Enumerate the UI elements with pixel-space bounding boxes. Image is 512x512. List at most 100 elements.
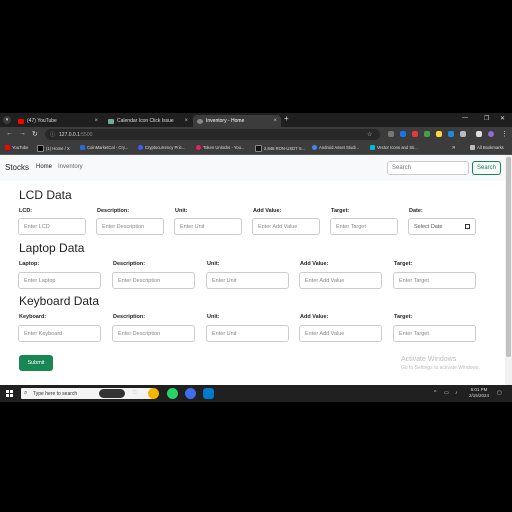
bookmark-label: Cryptocurrency Pric... — [145, 145, 186, 150]
android-studio-icon — [312, 145, 317, 150]
tab-calendar-issue[interactable]: Calendar Icon Click Issue × — [104, 115, 192, 127]
bookmark-item[interactable]: Android Asset Studi... — [312, 145, 359, 150]
tab-youtube[interactable]: (47) YouTube × — [14, 115, 102, 127]
laptop-target-input[interactable]: Enter Target — [393, 272, 476, 289]
tray-chevron-icon[interactable]: ^ — [434, 390, 436, 396]
extension-icon[interactable] — [448, 131, 454, 137]
reload-icon[interactable]: ↻ — [32, 130, 38, 138]
keyboard-description-input[interactable]: Enter Description — [112, 325, 195, 342]
extension-icon[interactable] — [400, 131, 406, 137]
field-label: Date: — [409, 208, 423, 214]
network-icon[interactable]: ▭ — [444, 390, 449, 396]
minimize-button[interactable]: — — [462, 115, 468, 121]
field-label: Add Value: — [253, 208, 282, 214]
tab-inventory-home[interactable]: Inventory - Home × — [193, 115, 281, 127]
search-button[interactable]: Search — [472, 161, 501, 175]
navbar-brand[interactable]: Stocks — [5, 163, 29, 172]
back-icon[interactable]: ← — [6, 130, 13, 137]
vector-icons-icon — [370, 145, 375, 150]
laptop-add-value-input[interactable]: Enter Add Value — [299, 272, 382, 289]
section-title-laptop: Laptop Data — [19, 241, 85, 255]
bookmark-item[interactable]: 2,848 RON-USDT S... — [255, 145, 305, 152]
laptop-input[interactable]: Enter Laptop — [18, 272, 101, 289]
extension-icon[interactable] — [388, 131, 394, 137]
menu-dots-icon[interactable]: ⋮ — [501, 130, 508, 138]
windows-start-icon[interactable] — [6, 390, 13, 397]
close-icon[interactable]: × — [273, 118, 277, 124]
keyboard-unit-input[interactable]: Enter Unit — [206, 325, 289, 342]
coinmarketcal-icon — [80, 145, 85, 150]
keyboard-target-input[interactable]: Enter Target — [393, 325, 476, 342]
section-title-keyboard: Keyboard Data — [19, 294, 100, 308]
bookmark-item[interactable]: CoinMarketCal - Cry... — [80, 145, 128, 150]
bookmark-item[interactable]: (1) Home / X — [37, 145, 70, 152]
laptop-description-input[interactable]: Enter Description — [112, 272, 195, 289]
bookmark-label: YouTube — [12, 145, 29, 150]
tab-search-button[interactable]: ▾ — [3, 116, 11, 124]
extension-icon[interactable] — [412, 131, 418, 137]
bookmark-item[interactable]: Token Unlocks - You... — [196, 145, 244, 150]
field-label: Description: — [113, 314, 146, 320]
tab-strip: ▾ (47) YouTube × Calendar Icon Click Iss… — [0, 113, 512, 127]
field-label: Keyboard: — [19, 314, 47, 320]
tab-label: Calendar Icon Click Issue — [117, 118, 174, 124]
bookmark-star-icon[interactable]: ☆ — [367, 131, 372, 138]
keyboard-add-value-input[interactable]: Enter Add Value — [299, 325, 382, 342]
taskbar-clock[interactable]: 6:01 PM 2/15/2024 — [469, 387, 489, 399]
bookmark-label: Android Asset Studi... — [319, 145, 360, 150]
globe-icon — [197, 118, 203, 124]
vscode-icon[interactable] — [203, 388, 214, 399]
address-bar[interactable]: ⓘ 127.0.0.1 :5500 — [45, 129, 380, 140]
volume-icon[interactable]: ♪ — [455, 390, 458, 396]
sidebar-icon[interactable] — [476, 131, 482, 137]
bookmarks-bar: YouTube (1) Home / X CoinMarketCal - Cry… — [0, 143, 512, 155]
avatar[interactable] — [488, 131, 494, 137]
field-label: Description: — [97, 208, 130, 214]
more-bookmarks-icon[interactable]: » — [452, 145, 455, 151]
lcd-target-input[interactable]: Enter Target — [330, 218, 398, 235]
field-label: Add Value: — [300, 314, 329, 320]
url-port: :5500 — [79, 131, 93, 138]
bookmark-item[interactable]: YouTube — [5, 145, 28, 150]
bookmark-label: Vector Icons and Sti... — [377, 145, 418, 150]
nav-link-home[interactable]: Home — [36, 164, 52, 170]
all-bookmarks-label: All Bookmarks — [477, 145, 504, 150]
calendar-icon[interactable] — [465, 224, 470, 229]
puzzle-icon[interactable] — [460, 131, 466, 137]
scrollbar-thumb[interactable] — [506, 157, 511, 357]
keyboard-input[interactable]: Enter Keyboard — [18, 325, 101, 342]
task-view-icon[interactable]: ⧉ — [129, 388, 140, 399]
close-icon[interactable]: × — [94, 118, 98, 124]
restore-button[interactable]: ❐ — [484, 115, 489, 122]
field-label: Unit: — [175, 208, 188, 214]
section-title-lcd: LCD Data — [19, 188, 72, 202]
bookmark-item[interactable]: Cryptocurrency Pric... — [138, 145, 185, 150]
all-bookmarks[interactable]: All Bookmarks — [470, 145, 504, 150]
lcd-add-value-input[interactable]: Enter Add Value — [252, 218, 320, 235]
bookmark-item[interactable]: Vector Icons and Sti... — [370, 145, 418, 150]
nav-link-inventory[interactable]: Inventory — [58, 164, 83, 170]
lcd-description-input[interactable]: Enter Description — [96, 218, 164, 235]
close-icon[interactable]: × — [184, 118, 188, 124]
close-window-button[interactable]: ✕ — [500, 115, 505, 122]
vertical-scrollbar[interactable] — [505, 155, 512, 385]
submit-button[interactable]: Submit — [19, 355, 53, 371]
lcd-input[interactable]: Enter LCD — [18, 218, 86, 235]
lcd-date-input[interactable]: Select Date — [408, 218, 476, 235]
notification-icon[interactable]: ▢ — [497, 390, 502, 396]
youtube-icon — [18, 118, 24, 124]
laptop-unit-input[interactable]: Enter Unit — [206, 272, 289, 289]
field-label: Target: — [331, 208, 350, 214]
android-studio-icon[interactable] — [185, 388, 196, 399]
chrome-icon[interactable] — [148, 388, 159, 399]
extension-icon[interactable] — [424, 131, 430, 137]
new-tab-button[interactable]: + — [284, 114, 289, 123]
whatsapp-icon[interactable] — [167, 388, 178, 399]
search-input[interactable]: Search — [387, 161, 469, 175]
lcd-unit-input[interactable]: Enter Unit — [174, 218, 242, 235]
extension-icon[interactable] — [436, 131, 442, 137]
bookmark-label: CoinMarketCal - Cry... — [87, 145, 129, 150]
tab-label: (47) YouTube — [27, 118, 57, 124]
activate-windows-title: Activate Windows — [401, 356, 457, 363]
forward-icon[interactable]: → — [19, 130, 26, 137]
